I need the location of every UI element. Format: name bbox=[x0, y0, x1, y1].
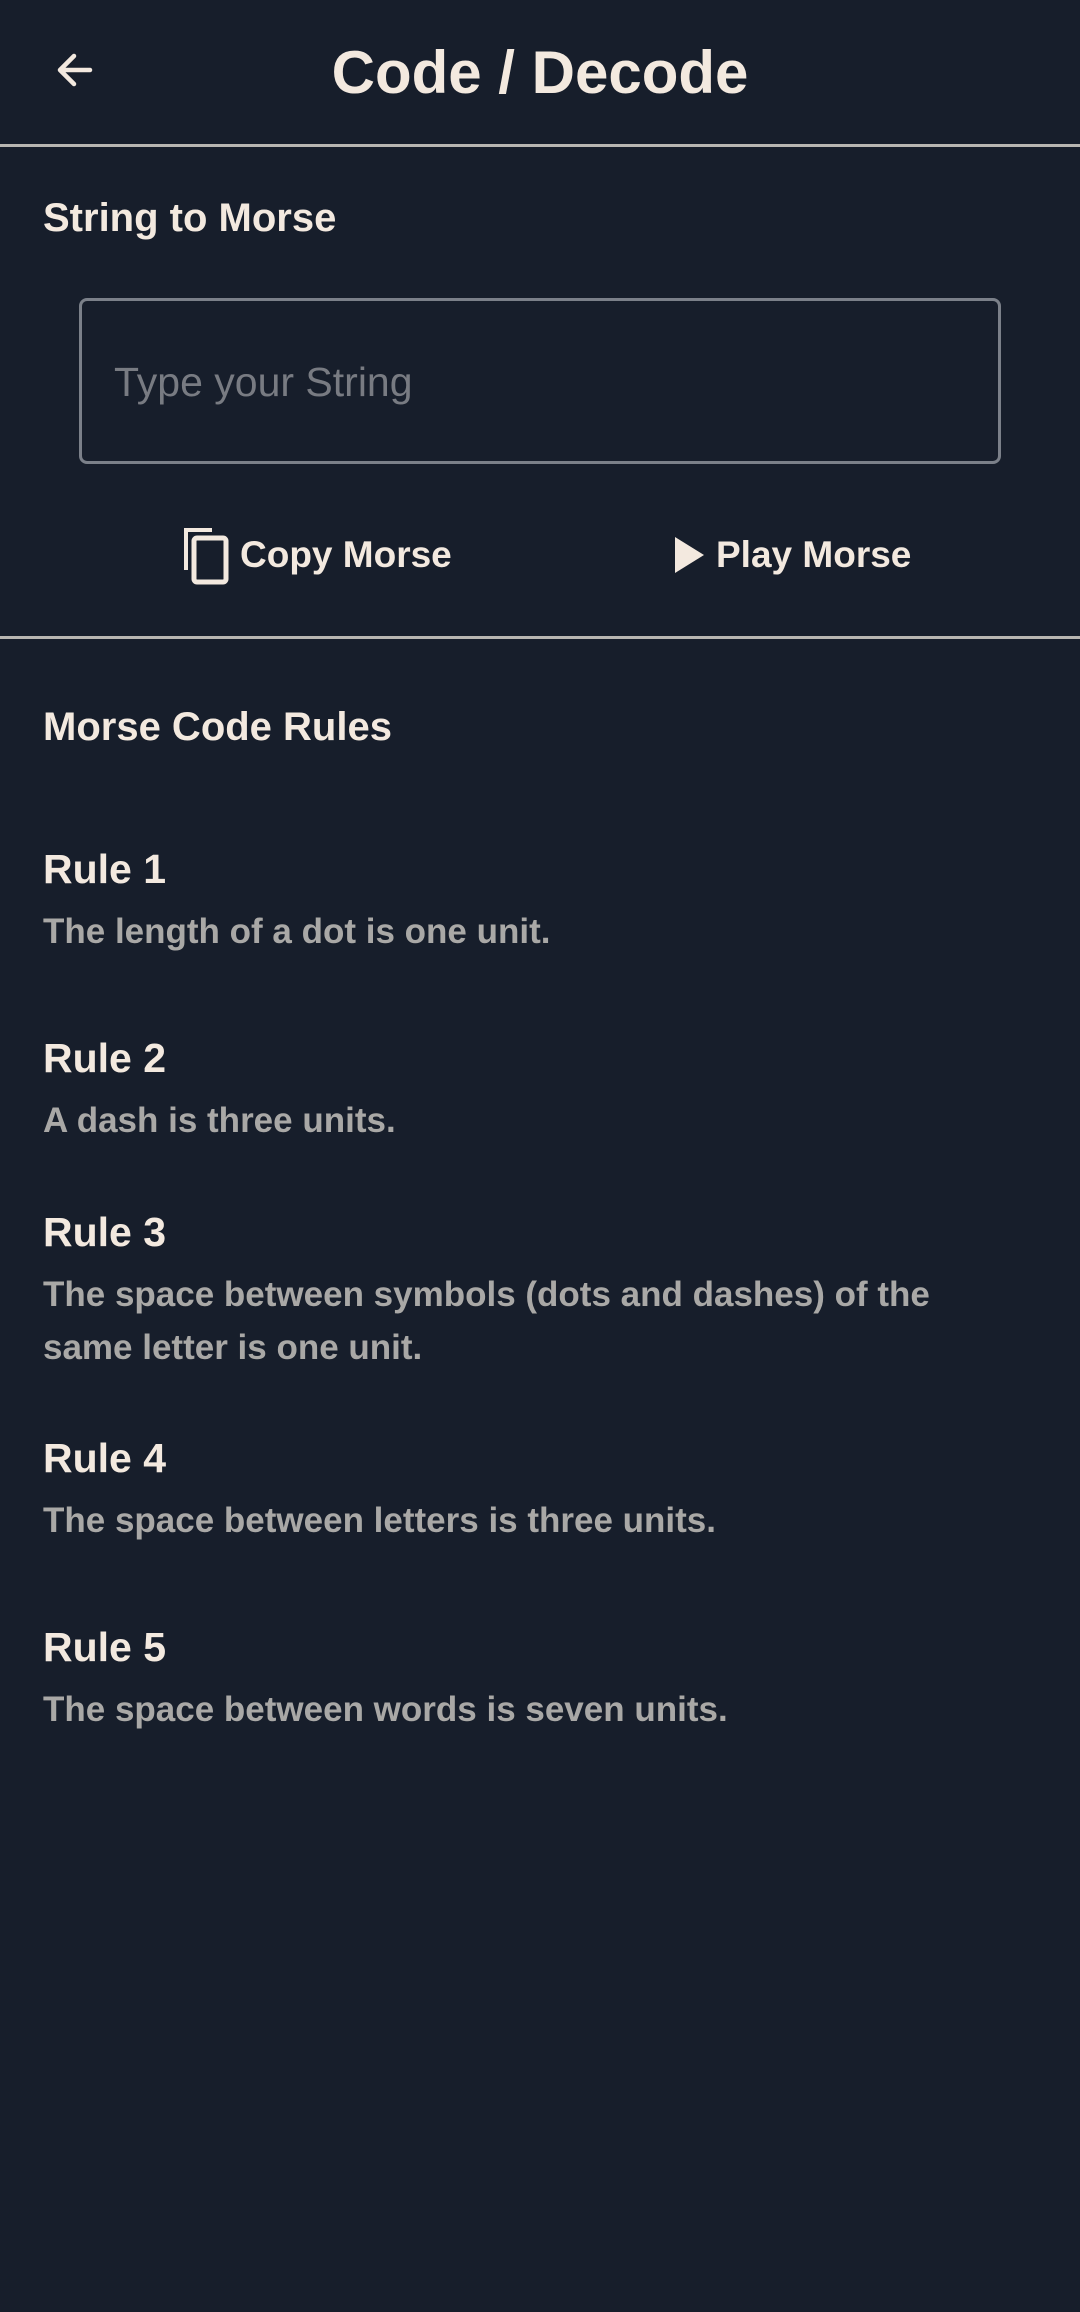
section-divider bbox=[0, 636, 1080, 639]
rule-text-4: The space between letters is three units… bbox=[43, 1501, 716, 1540]
rule-text-3: The space between symbols (dots and dash… bbox=[43, 1275, 930, 1367]
rule-title-3: Rule 3 bbox=[43, 1209, 167, 1255]
rule-title-5: Rule 5 bbox=[43, 1624, 167, 1670]
play-morse-label: Play Morse bbox=[716, 534, 912, 575]
rule-text-5: The space between words is seven units. bbox=[43, 1690, 728, 1729]
copy-icon bbox=[178, 524, 234, 586]
rule-text-2: A dash is three units. bbox=[43, 1101, 396, 1140]
rule-text-1: The length of a dot is one unit. bbox=[43, 912, 551, 951]
copy-morse-label: Copy Morse bbox=[240, 534, 452, 575]
play-icon bbox=[672, 535, 706, 575]
page-title: Code / Decode bbox=[331, 39, 749, 106]
rule-title-1: Rule 1 bbox=[43, 846, 167, 892]
app-bar: Code / Decode bbox=[0, 0, 1080, 147]
rule-title-2: Rule 2 bbox=[43, 1035, 167, 1081]
rule-title-4: Rule 4 bbox=[43, 1435, 167, 1481]
string-to-morse-title: String to Morse bbox=[43, 196, 337, 240]
play-morse-button[interactable]: Play Morse bbox=[672, 520, 911, 590]
copy-morse-button[interactable]: Copy Morse bbox=[178, 520, 452, 590]
string-input-container bbox=[79, 298, 1001, 464]
string-input[interactable] bbox=[112, 301, 976, 463]
morse-code-rules-title: Morse Code Rules bbox=[43, 705, 392, 749]
